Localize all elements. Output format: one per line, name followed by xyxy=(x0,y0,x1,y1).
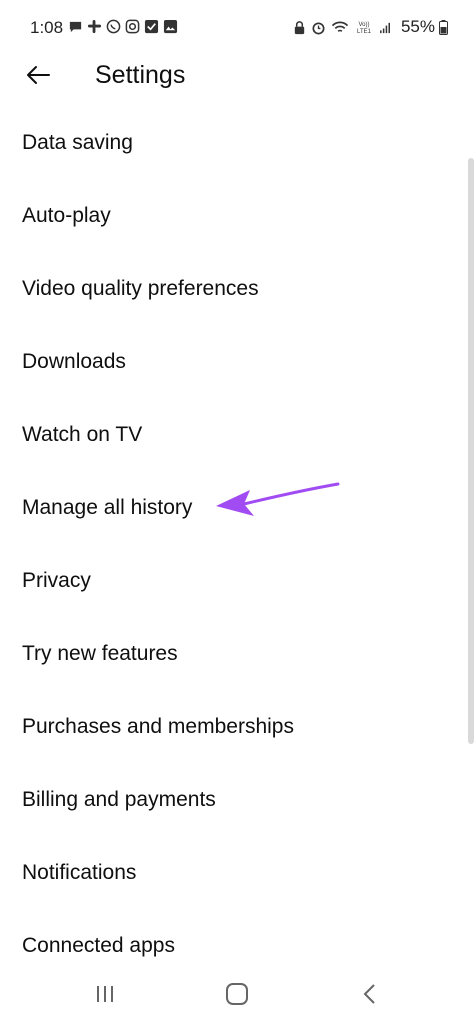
gallery-icon xyxy=(163,19,178,34)
lock-icon xyxy=(294,20,305,34)
recents-icon[interactable] xyxy=(90,980,120,1008)
settings-item-notifications[interactable]: Notifications xyxy=(0,836,474,909)
notification-icons xyxy=(68,19,178,34)
settings-item-try-new-features[interactable]: Try new features xyxy=(0,617,474,690)
instagram-icon xyxy=(125,19,140,34)
home-icon[interactable] xyxy=(222,980,252,1008)
status-bar: 1:08 Vo)) LTE1 55% xyxy=(0,0,474,58)
status-time: 1:08 xyxy=(30,18,64,37)
settings-item-downloads[interactable]: Downloads xyxy=(0,325,474,398)
purple-arrow-icon xyxy=(216,482,340,516)
svg-text:LTE1: LTE1 xyxy=(357,29,372,35)
signal-icon xyxy=(380,22,390,33)
app-bar: Settings xyxy=(0,58,474,98)
battery-icon xyxy=(439,19,448,35)
settings-item-video-quality[interactable]: Video quality preferences xyxy=(0,252,474,325)
settings-item-auto-play[interactable]: Auto-play xyxy=(0,179,474,252)
wifi-icon xyxy=(331,21,349,32)
settings-item-data-saving[interactable]: Data saving xyxy=(0,106,474,179)
checkbox-icon xyxy=(144,19,159,34)
page-title: Settings xyxy=(95,61,186,89)
battery-percent: 55% xyxy=(400,17,435,36)
whatsapp-icon xyxy=(106,19,121,34)
settings-item-billing[interactable]: Billing and payments xyxy=(0,763,474,836)
scrollbar[interactable] xyxy=(468,158,474,744)
navigation-bar xyxy=(0,966,474,1024)
back-icon[interactable] xyxy=(355,980,385,1008)
settings-list: Data saving Auto-play Video quality pref… xyxy=(0,106,474,982)
settings-item-watch-on-tv[interactable]: Watch on TV xyxy=(0,398,474,471)
alarm-icon xyxy=(312,21,325,34)
settings-item-purchases[interactable]: Purchases and memberships xyxy=(0,690,474,763)
settings-item-privacy[interactable]: Privacy xyxy=(0,544,474,617)
arrow-left-icon[interactable] xyxy=(24,61,52,89)
screen: 1:08 Vo)) LTE1 55% Settings Data saving A… xyxy=(0,0,474,1024)
volte-icon: Vo))LTE1 xyxy=(357,22,372,35)
slack-icon xyxy=(87,19,102,34)
system-icons: Vo)) LTE1 55% xyxy=(292,17,448,37)
svg-text:Vo)): Vo)) xyxy=(358,22,369,28)
chat-bubble-icon xyxy=(69,21,82,33)
